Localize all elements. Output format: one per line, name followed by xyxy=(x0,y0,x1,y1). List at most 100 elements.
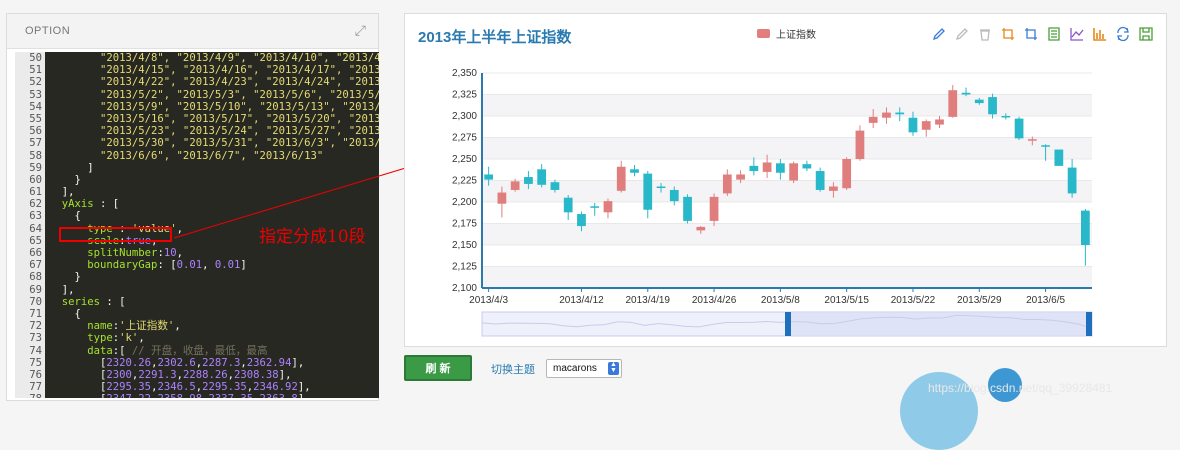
x-tick-label: 2013/4/3 xyxy=(469,295,508,306)
code-token: [ xyxy=(49,381,107,394)
expand-icon[interactable]: ⤢ xyxy=(355,22,366,39)
code-token: data xyxy=(49,344,113,357)
code-token: [ xyxy=(49,356,107,369)
line-number: 75 xyxy=(29,356,42,369)
candlestick-chart[interactable]: 2,350 2,325 2,300 2,275 2,250 2,225 2,200 2,175… xyxy=(405,14,1168,348)
line-number: 69 xyxy=(29,283,42,296)
candle-body xyxy=(855,130,865,159)
candle-body xyxy=(1027,139,1037,141)
theme-select[interactable]: macarons ▲ ▼ xyxy=(546,359,622,378)
candle-body xyxy=(643,173,653,210)
refresh-button[interactable]: 刷 新 xyxy=(404,355,472,381)
line-number: 62 xyxy=(29,198,42,211)
grid-band xyxy=(482,223,1092,245)
code-token: 2347.22 xyxy=(106,393,151,398)
code-token: ], xyxy=(49,186,75,199)
x-tick-label: 2013/4/19 xyxy=(626,295,671,306)
y-tick-label: 2,225 xyxy=(452,176,477,187)
candle-body xyxy=(590,206,600,208)
candle-body xyxy=(921,121,931,130)
grid-band xyxy=(482,202,1092,224)
grid-band xyxy=(482,137,1092,159)
candle-body xyxy=(669,189,679,202)
candle-body xyxy=(656,186,666,189)
code-token: 2337.35 xyxy=(209,393,254,398)
code-token: 'k' xyxy=(119,332,139,345)
candle-body xyxy=(868,116,878,123)
code-token: : [ xyxy=(157,259,177,272)
grid-band xyxy=(482,94,1092,116)
x-tick-label: 2013/5/22 xyxy=(891,295,936,306)
grid-band xyxy=(482,180,1092,202)
x-tick-label: 2013/4/26 xyxy=(692,295,737,306)
code-line: type:'k', xyxy=(49,332,379,344)
watermark-text: https://blog.csdn.net/qq_39928481 xyxy=(928,381,1113,395)
grid-band xyxy=(482,73,1092,95)
data-zoom-handle-right xyxy=(1086,312,1092,336)
candle-body xyxy=(497,192,507,204)
candle-body xyxy=(988,97,997,115)
code-token: { xyxy=(49,307,81,320)
candle-body xyxy=(630,169,639,173)
code-token: 2295.35 xyxy=(202,381,247,394)
code-token: 2320.26 xyxy=(106,356,152,369)
line-number: 54 xyxy=(29,100,42,113)
code-token: 2362.94 xyxy=(246,356,292,369)
option-panel-title: OPTION xyxy=(25,25,71,37)
line-number: 52 xyxy=(29,76,42,89)
candle-body xyxy=(749,165,759,172)
y-tick-label: 2,175 xyxy=(452,219,477,230)
option-panel: OPTION ⤢ 50 51 52 53 54 55 56 57 58 59 60 61 62 63 64 6… xyxy=(6,13,379,401)
code-line: "2013/4/22", "2013/4/23", "2013/4/24", "… xyxy=(49,76,379,88)
code-token: : [ xyxy=(100,295,126,308)
code-line: { xyxy=(49,210,379,222)
line-number: 64 xyxy=(29,222,42,235)
code-token: type xyxy=(49,332,113,345)
candle-body xyxy=(550,182,560,190)
line-number: 77 xyxy=(29,381,42,394)
candle-body xyxy=(802,164,812,169)
candle-body xyxy=(974,99,984,104)
candle-body xyxy=(1054,149,1064,166)
grid-band xyxy=(482,266,1092,288)
candle-body xyxy=(1001,116,1011,118)
code-token: ], xyxy=(297,381,311,394)
code-token: yAxis xyxy=(49,198,94,211)
code-token: : [ xyxy=(93,198,120,211)
code-token: "2013/5/23", "2013/5/24", "2013/5/27", "… xyxy=(100,125,379,138)
code-token: 2295.35 xyxy=(106,381,152,394)
line-number: 68 xyxy=(29,271,42,284)
candle-body xyxy=(1041,145,1050,147)
code-token: [ xyxy=(49,393,106,398)
code-line: splitNumber:10, xyxy=(49,247,379,259)
code-token: , xyxy=(176,247,183,259)
candle-body xyxy=(736,174,745,180)
code-line: "2013/5/23", "2013/5/24", "2013/5/27", "… xyxy=(49,125,379,137)
code-token: } xyxy=(49,271,81,284)
theme-label: 切换主题 xyxy=(491,364,535,376)
code-token: 2363.8 xyxy=(260,393,298,398)
code-token: 0.01 xyxy=(176,259,203,272)
line-number: 60 xyxy=(29,173,42,186)
code-token: :[ xyxy=(112,344,132,357)
candle-body xyxy=(762,162,772,172)
y-tick-label: 2,350 xyxy=(452,68,477,79)
candle-body xyxy=(935,119,944,125)
code-token: "2013/5/2", "2013/5/3", "2013/5/6", "201… xyxy=(100,88,379,101)
code-token: , xyxy=(176,222,183,235)
line-number: 61 xyxy=(29,186,42,199)
line-number-gutter: 50 51 52 53 54 55 56 57 58 59 60 61 62 63 64 65 66 67 68 69… xyxy=(15,52,45,398)
chevron-updown-icon: ▲ ▼ xyxy=(608,361,619,375)
line-number: 53 xyxy=(29,88,42,101)
candle-body xyxy=(524,177,533,184)
data-zoom-handle-left xyxy=(785,312,791,336)
candle-body xyxy=(696,226,706,231)
code-token: "2013/5/16", "2013/5/17", "2013/5/20", "… xyxy=(100,112,379,125)
code-token: , xyxy=(138,332,145,345)
candle-body xyxy=(895,112,905,115)
code-token: 2346.5 xyxy=(157,381,196,394)
candle-body xyxy=(1014,118,1024,139)
code-line: "2013/5/2", "2013/5/3", "2013/5/6", "201… xyxy=(49,89,379,101)
candle-body xyxy=(563,197,573,213)
line-number: 78 xyxy=(15,393,45,398)
